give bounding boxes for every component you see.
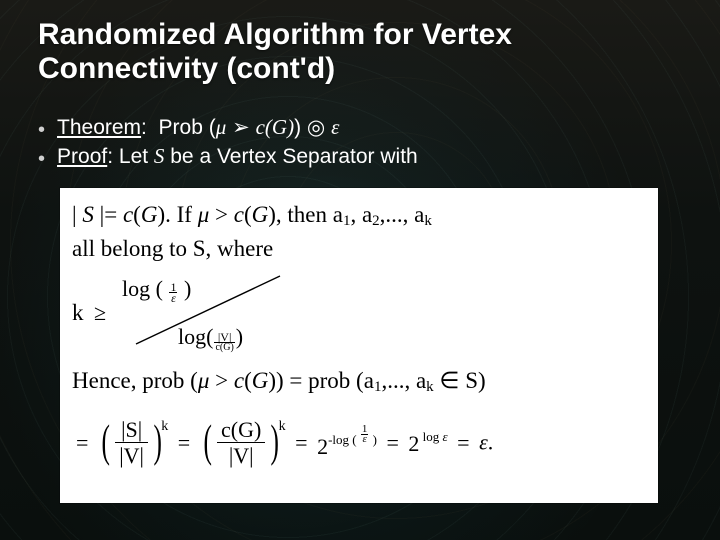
bullet-theorem: • Theorem: Prob (μ ➢ c(G)) ◎ ε: [38, 115, 680, 140]
bullet-list: • Theorem: Prob (μ ➢ c(G)) ◎ ε • Proof: …: [38, 115, 680, 173]
slide: Randomized Algorithm for Vertex Connecti…: [0, 0, 720, 540]
bullet-dot-icon: •: [38, 149, 45, 169]
bullet-proof-text: Proof: Let S be a Vertex Separator with: [57, 144, 418, 169]
bullet-proof: • Proof: Let S be a Vertex Separator wit…: [38, 144, 680, 169]
formula-box: | S |= c(G). If μ > c(G), then a1, a2,..…: [60, 188, 658, 503]
formula-hence-line: Hence, prob (μ > c(G)) = prob (a1,..., a…: [72, 368, 486, 396]
formula-k-inequality: k ≥ log ( 1ε ) log(|V|c(G)): [72, 274, 352, 352]
bullet-theorem-text: Theorem: Prob (μ ➢ c(G)) ◎ ε: [57, 115, 339, 140]
slide-title: Randomized Algorithm for Vertex Connecti…: [38, 18, 680, 85]
k-numerator: log ( 1ε ): [122, 276, 191, 303]
formula-line-2: all belong to S, where: [72, 236, 273, 262]
k-denominator: log(|V|c(G)): [178, 324, 243, 353]
formula-final-row: = (|S||V|)k = (c(G)|V|)k = 2-log ( 1ε ) …: [72, 416, 652, 496]
formula-line-1: | S |= c(G). If μ > c(G), then a1, a2,..…: [72, 202, 432, 230]
bullet-dot-icon: •: [38, 120, 45, 140]
